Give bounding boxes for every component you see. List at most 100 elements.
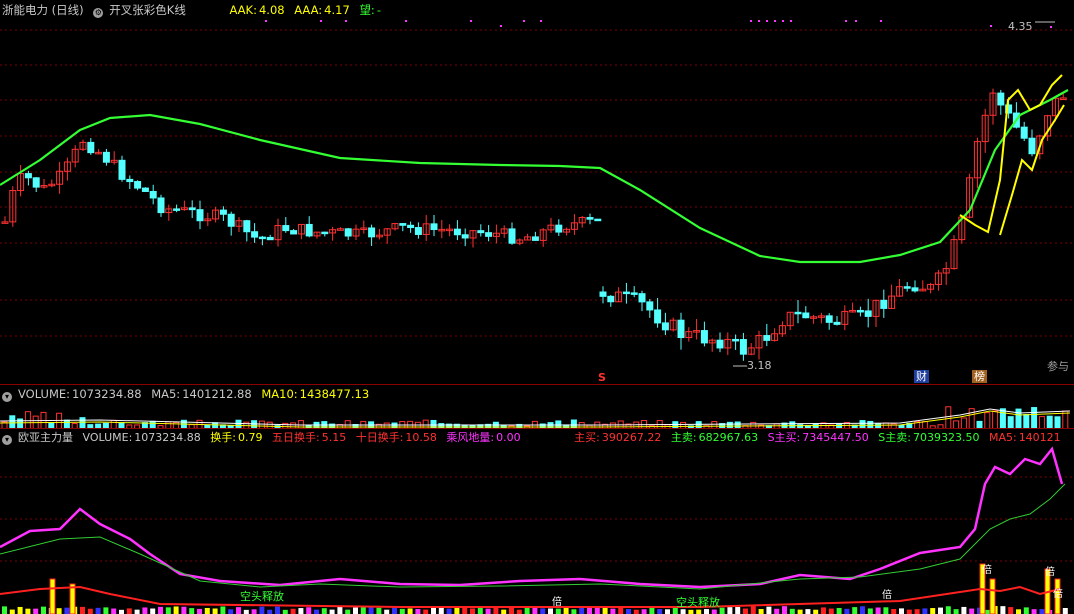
vol-ma10-label: MA10: — [261, 387, 298, 401]
candle-body — [149, 190, 157, 199]
candle-body — [508, 228, 516, 244]
signal-dot — [845, 20, 847, 22]
chevron-down-icon[interactable]: ▾ — [2, 435, 12, 445]
volume-bar — [984, 412, 991, 429]
indicator-bar — [384, 609, 390, 614]
indicator-bar — [103, 607, 109, 614]
signal-dot — [320, 20, 322, 22]
candle-body — [290, 230, 298, 235]
candle-body — [173, 208, 181, 211]
indicator-bar — [415, 608, 421, 614]
indicator-bar — [641, 609, 647, 614]
gear-icon[interactable]: ⚙ — [93, 8, 104, 18]
signal-dot — [265, 20, 267, 22]
green-line — [0, 483, 1066, 590]
candle-body — [282, 225, 290, 232]
yellow-ma-line — [959, 74, 1063, 234]
chevron-down-icon[interactable]: ▾ — [2, 392, 12, 402]
indicator-bar — [1023, 607, 1029, 614]
wuri-value: 5.15 — [321, 431, 347, 444]
indicator-bar — [805, 609, 811, 614]
candle-body — [638, 293, 646, 303]
zhumai-value: 390267.22 — [601, 431, 662, 444]
candle-body — [661, 322, 669, 331]
indicator-bar — [150, 608, 156, 614]
high-price-label: 4.35 — [1008, 20, 1033, 33]
indicator-bar — [555, 608, 561, 614]
candle-body — [266, 236, 274, 241]
indicator-bar — [548, 608, 553, 614]
candle-body — [739, 339, 747, 355]
indicator-bar — [719, 607, 725, 614]
candle-body — [344, 228, 352, 237]
indicator-bar — [243, 609, 249, 614]
indicator-bar — [626, 608, 631, 614]
indicator-bar — [212, 608, 218, 614]
indicator-bar — [95, 607, 101, 614]
green-ma-line — [0, 89, 1069, 264]
bei-label-5: 倍 — [1053, 589, 1063, 600]
indicator-bar — [446, 608, 452, 614]
candle-body — [833, 321, 841, 325]
indicator-bar — [329, 609, 335, 614]
indicator-bar — [423, 609, 429, 614]
volume-value: 1073234.88 — [72, 387, 142, 401]
indicator-name[interactable]: 开叉张彩色K线 — [109, 3, 186, 17]
indicator-bar — [665, 609, 670, 614]
signal-dot — [470, 20, 472, 22]
indicator-bar — [906, 609, 912, 614]
indicator-chart — [0, 446, 1074, 614]
candle-body — [677, 319, 685, 339]
indicator-bar — [345, 609, 351, 614]
signal-dot — [405, 20, 407, 22]
indicator-bar — [743, 608, 748, 614]
kline-chart[interactable] — [0, 0, 1074, 384]
indicator-title[interactable]: 欧亚主力量 — [18, 431, 73, 444]
candle-body — [461, 234, 469, 239]
huanshou-label: 换手: — [210, 431, 236, 444]
candle-body — [903, 286, 911, 289]
indicator-bar — [204, 607, 210, 614]
signal-dot — [345, 20, 347, 22]
indicator-bar — [891, 609, 897, 614]
indicator-bar — [899, 608, 904, 614]
indicator-bar — [688, 609, 694, 614]
candle-body — [141, 187, 149, 192]
indicator-bar — [189, 608, 195, 614]
s-zhumai-value: 7345447.50 — [802, 431, 869, 444]
ref-label[interactable]: 参与 — [1047, 358, 1069, 374]
cai-marker[interactable]: 财 — [914, 370, 929, 383]
s-marker[interactable]: S — [596, 371, 608, 384]
bang-marker[interactable]: 榜 — [972, 370, 987, 383]
indicator-bar — [633, 609, 639, 614]
candle-body — [825, 315, 833, 323]
candle-body — [997, 92, 1005, 106]
candle-body — [802, 312, 810, 319]
candle-body — [243, 220, 251, 233]
wuri-label: 五日换手: — [271, 431, 320, 444]
s-zhumai-label: S主买: — [767, 431, 801, 444]
candle-body — [251, 231, 259, 238]
kline-pane[interactable]: 浙能电力 (日线) ⚙ 开叉张彩色K线 AAK: 4.08 AAA: 4.17 望: -… — [0, 0, 1074, 384]
bei-label-2: 倍 — [882, 590, 892, 601]
stock-title[interactable]: 浙能电力 (日线) — [2, 3, 84, 17]
indicator-bar — [64, 607, 70, 614]
chengfeng-label: 乘风地量: — [446, 431, 495, 444]
candle-body — [399, 223, 407, 226]
indicator-bar — [828, 608, 834, 614]
indicator-bar — [758, 609, 764, 614]
indicator-bar — [938, 607, 943, 614]
volume-pane[interactable]: ▾ VOLUME: 1073234.88 MA5: 1401212.88 MA10: 1… — [0, 384, 1074, 429]
candle-body — [599, 291, 607, 297]
aaa-value: 4.17 — [324, 3, 350, 17]
candle-body — [134, 181, 142, 189]
indicator-bar — [953, 609, 959, 614]
s-zhumai2-label: S主卖: — [878, 431, 911, 444]
candle-body — [555, 224, 563, 233]
indicator-pane[interactable]: ▾ 欧亚主力量 VOLUME: 1073234.88 换手: 0.79 五日换手: 5.… — [0, 428, 1074, 614]
indicator-bar — [111, 608, 117, 614]
indicator-bar — [867, 608, 873, 614]
candle-body — [763, 335, 771, 341]
candle-body — [258, 236, 266, 240]
wang-label: 望: — [359, 3, 375, 17]
